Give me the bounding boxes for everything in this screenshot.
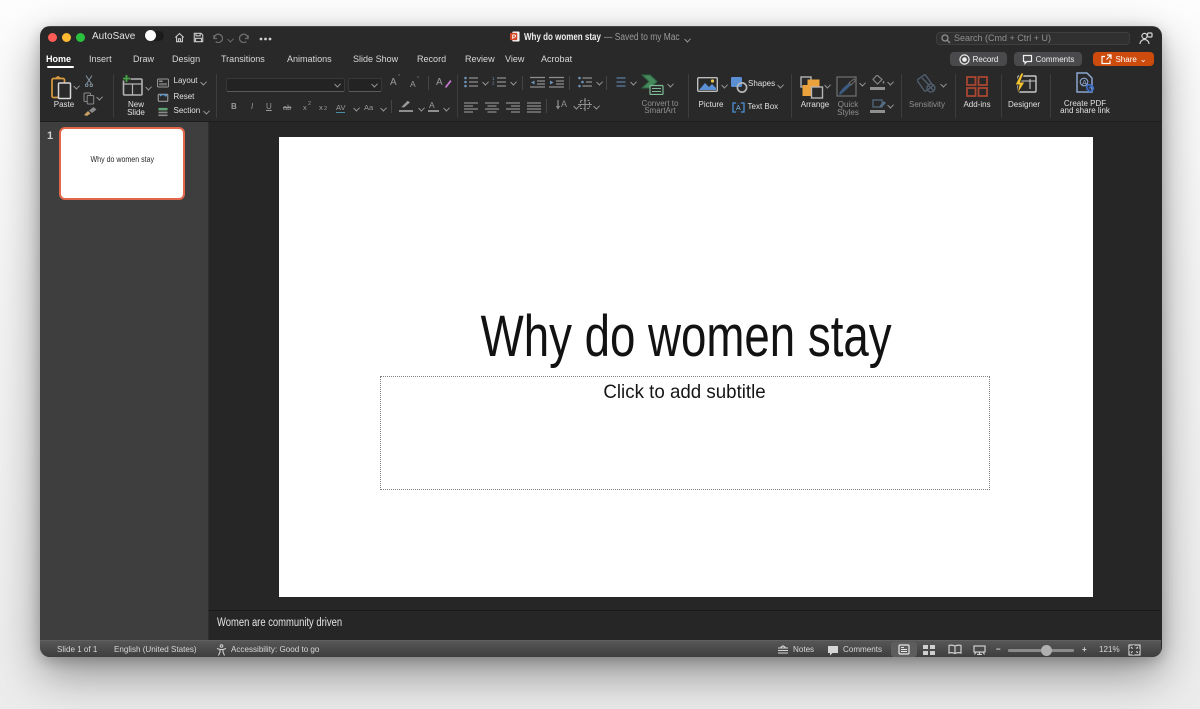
- svg-text:P: P: [512, 34, 517, 41]
- svg-text:A: A: [561, 99, 567, 109]
- svg-text:2: 2: [492, 81, 495, 86]
- svg-text:A: A: [1082, 78, 1087, 87]
- svg-text:A: A: [736, 105, 741, 112]
